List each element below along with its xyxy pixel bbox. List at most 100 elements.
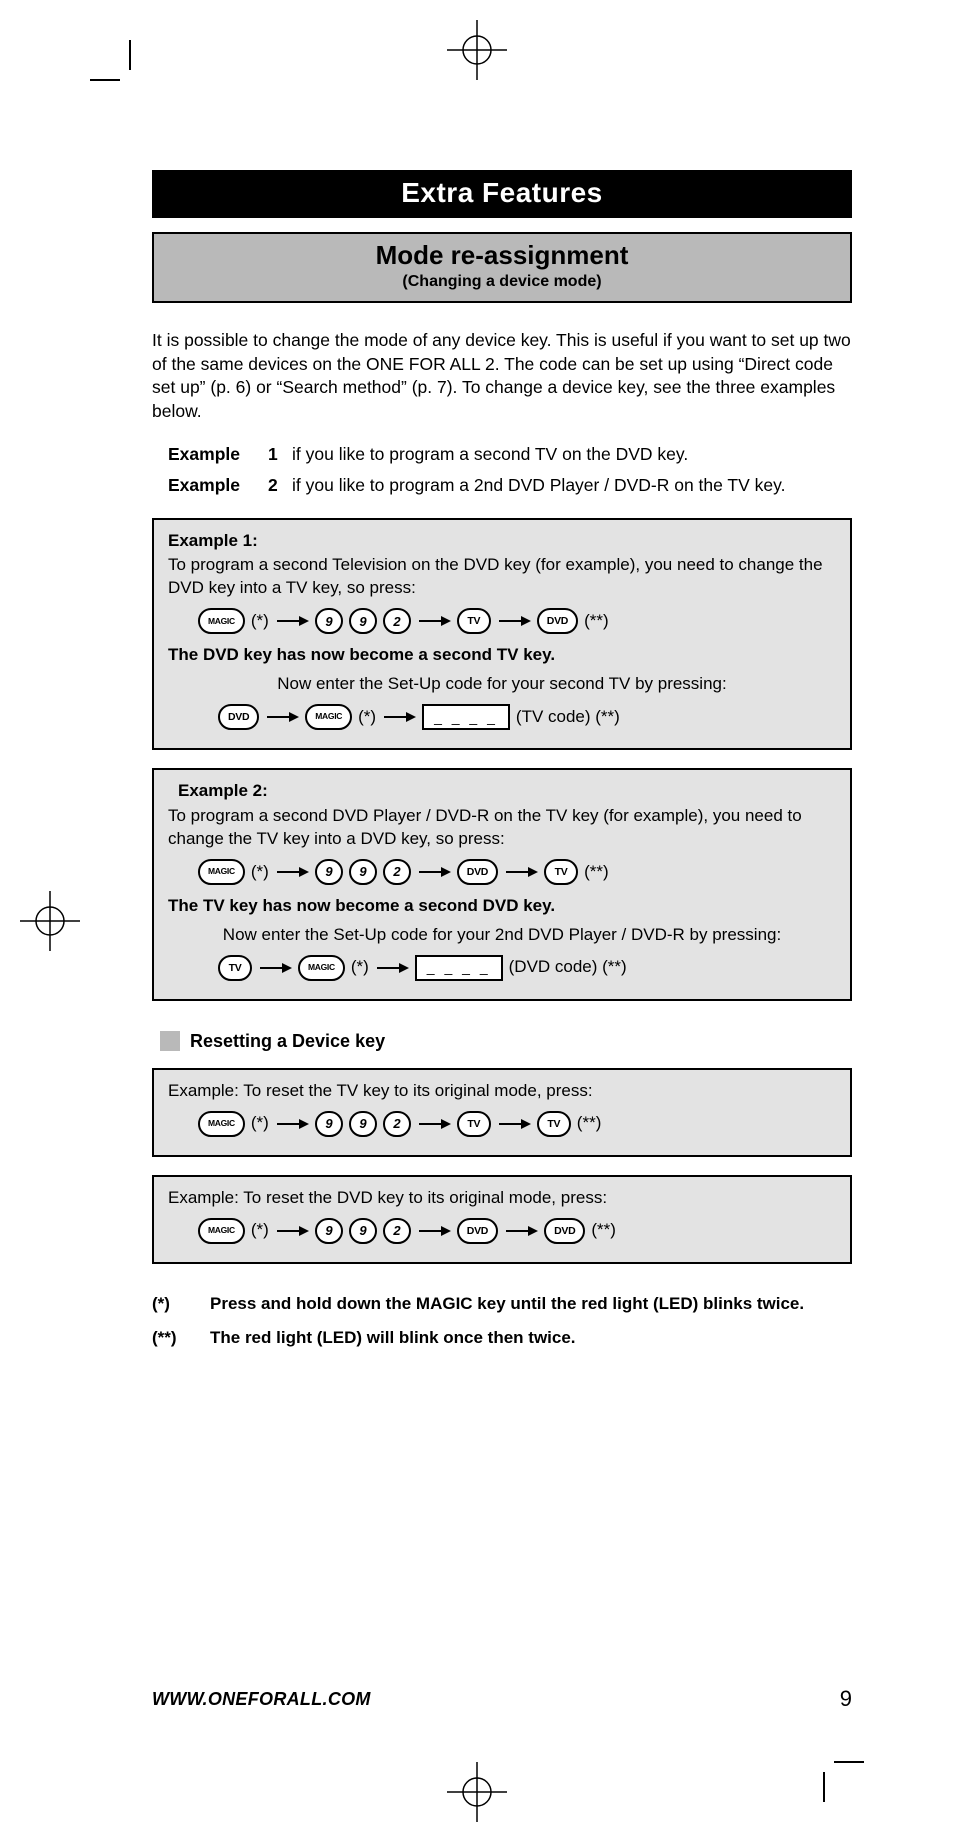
key-sequence-2: TV MAGIC (*) _ _ _ _ (DVD code) (**)	[218, 955, 836, 981]
example-label: Example	[168, 475, 268, 496]
digit-key-icon: 9	[349, 1218, 377, 1244]
example-number: 2	[268, 475, 292, 496]
box-text: To program a second Television on the DV…	[168, 554, 836, 600]
arrow-icon	[417, 1117, 451, 1131]
double-star-note: (**)	[591, 1219, 616, 1242]
double-star-note: (**)	[584, 861, 609, 884]
reset-heading: Resetting a Device key	[160, 1031, 852, 1052]
tv-key-icon: TV	[457, 608, 491, 634]
arrow-icon	[504, 1224, 538, 1238]
tail-note: (DVD code) (**)	[509, 956, 627, 979]
footnote-row: (*) Press and hold down the MAGIC key un…	[152, 1294, 852, 1314]
footnote-text: Press and hold down the MAGIC key until …	[210, 1294, 852, 1314]
registration-mark-left-icon	[20, 891, 80, 951]
footnote-text: The red light (LED) will blink once then…	[210, 1328, 852, 1348]
arrow-icon	[258, 961, 292, 975]
key-sequence: MAGIC (*) 9 9 2 TV DVD (**)	[198, 608, 836, 634]
star-note: (*)	[251, 1219, 269, 1242]
example-number: 1	[268, 444, 292, 465]
key-sequence: MAGIC (*) 9 9 2 TV TV (**)	[198, 1111, 836, 1137]
box-text: To program a second DVD Player / DVD-R o…	[168, 805, 836, 851]
digit-key-icon: 9	[349, 608, 377, 634]
result-text: The DVD key has now become a second TV k…	[168, 644, 836, 667]
arrow-icon	[265, 710, 299, 724]
arrow-icon	[504, 865, 538, 879]
reset-dvd-box: Example: To reset the DVD key to its ori…	[152, 1175, 852, 1264]
key-sequence: MAGIC (*) 9 9 2 DVD TV (**)	[198, 859, 836, 885]
arrow-icon	[275, 1224, 309, 1238]
square-bullet-icon	[160, 1031, 180, 1051]
magic-key-icon: MAGIC	[198, 859, 245, 885]
footer-url: WWW.ONEFORALL.COM	[152, 1689, 371, 1710]
subsection-title: Mode re-assignment (Changing a device mo…	[152, 232, 852, 303]
box-header: Example 1:	[168, 530, 836, 553]
star-note: (*)	[251, 1112, 269, 1135]
star-note: (*)	[358, 706, 376, 729]
code-entry-box: _ _ _ _	[415, 955, 503, 981]
arrow-icon	[275, 1117, 309, 1131]
arrow-icon	[275, 865, 309, 879]
star-note: (*)	[251, 861, 269, 884]
tv-key-icon: TV	[544, 859, 578, 885]
box-header: Example 2:	[178, 780, 836, 803]
box-text: Example: To reset the TV key to its orig…	[168, 1080, 836, 1103]
page-footer: WWW.ONEFORALL.COM 9	[152, 1686, 852, 1712]
dvd-key-icon: DVD	[544, 1218, 585, 1244]
key-sequence: MAGIC (*) 9 9 2 DVD DVD (**)	[198, 1218, 836, 1244]
arrow-icon	[497, 1117, 531, 1131]
digit-key-icon: 9	[315, 1111, 343, 1137]
arrow-icon	[375, 961, 409, 975]
crop-mark-top-left-icon	[90, 40, 140, 90]
instruction-text: Now enter the Set-Up code for your secon…	[168, 673, 836, 696]
arrow-icon	[417, 614, 451, 628]
digit-key-icon: 9	[349, 859, 377, 885]
digit-key-icon: 2	[383, 859, 411, 885]
example-summary-row: Example 1 if you like to program a secon…	[168, 444, 852, 465]
magic-key-icon: MAGIC	[198, 1111, 245, 1137]
crop-mark-bottom-right-icon	[814, 1752, 864, 1802]
reset-heading-text: Resetting a Device key	[190, 1031, 385, 1052]
arrow-icon	[275, 614, 309, 628]
example-1-box: Example 1: To program a second Televisio…	[152, 518, 852, 751]
arrow-icon	[417, 865, 451, 879]
example-2-box: Example 2: To program a second DVD Playe…	[152, 768, 852, 1001]
reset-tv-box: Example: To reset the TV key to its orig…	[152, 1068, 852, 1157]
tail-note: (TV code) (**)	[516, 706, 620, 729]
example-text: if you like to program a 2nd DVD Player …	[292, 475, 852, 496]
double-star-note: (**)	[584, 610, 609, 633]
page-number: 9	[840, 1686, 852, 1712]
tv-key-icon: TV	[218, 955, 252, 981]
digit-key-icon: 2	[383, 1218, 411, 1244]
star-note: (*)	[351, 956, 369, 979]
magic-key-icon: MAGIC	[198, 608, 245, 634]
subsection-caption: (Changing a device mode)	[154, 273, 850, 291]
double-star-note: (**)	[577, 1112, 602, 1135]
subsection-heading: Mode re-assignment	[154, 240, 850, 271]
intro-paragraph: It is possible to change the mode of any…	[152, 329, 852, 424]
code-entry-box: _ _ _ _	[422, 704, 510, 730]
arrow-icon	[417, 1224, 451, 1238]
magic-key-icon: MAGIC	[305, 704, 352, 730]
instruction-text: Now enter the Set-Up code for your 2nd D…	[168, 924, 836, 947]
arrow-icon	[497, 614, 531, 628]
footnote-mark: (**)	[152, 1328, 210, 1348]
digit-key-icon: 2	[383, 1111, 411, 1137]
arrow-icon	[382, 710, 416, 724]
magic-key-icon: MAGIC	[198, 1218, 245, 1244]
dvd-key-icon: DVD	[457, 859, 498, 885]
dvd-key-icon: DVD	[537, 608, 578, 634]
content-area: Extra Features Mode re-assignment (Chang…	[152, 170, 852, 1362]
example-text: if you like to program a second TV on th…	[292, 444, 852, 465]
box-text: Example: To reset the DVD key to its ori…	[168, 1187, 836, 1210]
digit-key-icon: 9	[315, 1218, 343, 1244]
result-text: The TV key has now become a second DVD k…	[168, 895, 836, 918]
tv-key-icon: TV	[537, 1111, 571, 1137]
footnote-mark: (*)	[152, 1294, 210, 1314]
digit-key-icon: 9	[349, 1111, 377, 1137]
digit-key-icon: 9	[315, 859, 343, 885]
example-summary-list: Example 1 if you like to program a secon…	[168, 444, 852, 496]
example-summary-row: Example 2 if you like to program a 2nd D…	[168, 475, 852, 496]
footnotes: (*) Press and hold down the MAGIC key un…	[152, 1294, 852, 1348]
section-title: Extra Features	[152, 170, 852, 218]
digit-key-icon: 2	[383, 608, 411, 634]
